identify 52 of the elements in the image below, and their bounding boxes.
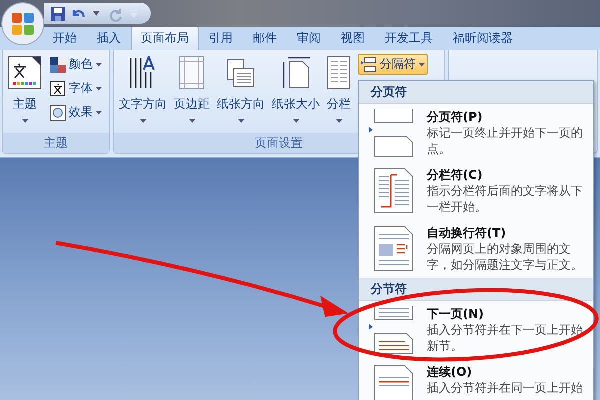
caret-icon bbox=[96, 86, 102, 90]
theme-icon bbox=[8, 56, 42, 90]
ribbon-group: 主题 颜色 字体 效果 主题 bbox=[2, 50, 110, 154]
caret-icon bbox=[22, 119, 28, 123]
menu-heading: 分页符 bbox=[359, 81, 593, 104]
ribbon-button[interactable]: 纸张方向 bbox=[215, 54, 267, 133]
menu-item-title: 分栏符(C) bbox=[427, 167, 484, 183]
ribbon-button[interactable]: 分隔符 bbox=[358, 54, 428, 75]
ribbon-button[interactable]: 分栏 bbox=[325, 54, 353, 133]
save-icon[interactable] bbox=[50, 6, 66, 22]
menu-item-title: 自动换行符(T) bbox=[427, 225, 508, 241]
ribbon-tab[interactable]: 开发工具 bbox=[375, 26, 443, 50]
caret-icon bbox=[188, 119, 196, 123]
ribbon-tab[interactable]: 页面布局 bbox=[131, 26, 199, 50]
menu-item-title: 连续(O) bbox=[427, 364, 474, 380]
caret-icon bbox=[419, 62, 425, 66]
caret-icon bbox=[96, 62, 102, 66]
ribbon-tab[interactable]: 引用 bbox=[199, 26, 243, 50]
menu-item-title: 下一页(N) bbox=[427, 306, 486, 322]
menu-item-description: 插入分节符并在同一页上开始 bbox=[427, 380, 584, 396]
ribbon-button[interactable]: 纸张大小 bbox=[270, 54, 322, 133]
ribbon-button[interactable]: 颜色 bbox=[47, 54, 105, 75]
ribbon-button[interactable]: 效果 bbox=[47, 102, 105, 123]
caret-icon bbox=[96, 110, 102, 114]
caret-icon[interactable] bbox=[90, 9, 103, 18]
caret-icon bbox=[336, 119, 342, 123]
menu-item-description: 指示分栏符后面的文字将从下一栏开始。 bbox=[427, 183, 584, 215]
ribbon-tab[interactable]: 视图 bbox=[331, 26, 375, 50]
ribbon-tab[interactable]: 插入 bbox=[87, 26, 131, 50]
menu-item[interactable]: 自动换行符(T) 分隔网页上的对象周围的文字，如分隔题注文字与正文。 bbox=[359, 220, 593, 278]
breaks-icon bbox=[361, 56, 377, 72]
ribbon-button[interactable]: 字体 bbox=[47, 78, 105, 99]
ribbon-button[interactable]: 文字方向 bbox=[117, 54, 169, 133]
columns-icon bbox=[327, 56, 351, 90]
ribbon-tab[interactable]: 福昕阅读器 bbox=[443, 26, 523, 50]
ribbon-button[interactable]: 页边距 bbox=[172, 54, 212, 133]
color-swatch-icon bbox=[50, 56, 66, 72]
menu-item[interactable]: 分栏符(C) 指示分栏符后面的文字将从下一栏开始。 bbox=[359, 162, 593, 220]
ribbon-tab[interactable]: 开始 bbox=[43, 26, 87, 50]
caret-icon bbox=[140, 119, 146, 123]
size-icon bbox=[281, 56, 311, 90]
effects-icon bbox=[50, 104, 66, 120]
ribbon-button[interactable]: 主题 bbox=[6, 54, 44, 133]
caret-icon bbox=[292, 119, 300, 123]
text-direction-icon bbox=[128, 56, 158, 90]
margins-icon bbox=[179, 56, 205, 90]
menu-item-description: 分隔网页上的对象周围的文字，如分隔题注文字与正文。 bbox=[427, 241, 584, 273]
caret-icon bbox=[238, 119, 244, 123]
menu-item[interactable]: 连续(O) 插入分节符并在同一页上开始 bbox=[359, 359, 593, 400]
font-icon bbox=[50, 80, 66, 96]
ribbon-tab[interactable]: 审阅 bbox=[287, 26, 331, 50]
ribbon-tab[interactable]: 邮件 bbox=[243, 26, 287, 50]
